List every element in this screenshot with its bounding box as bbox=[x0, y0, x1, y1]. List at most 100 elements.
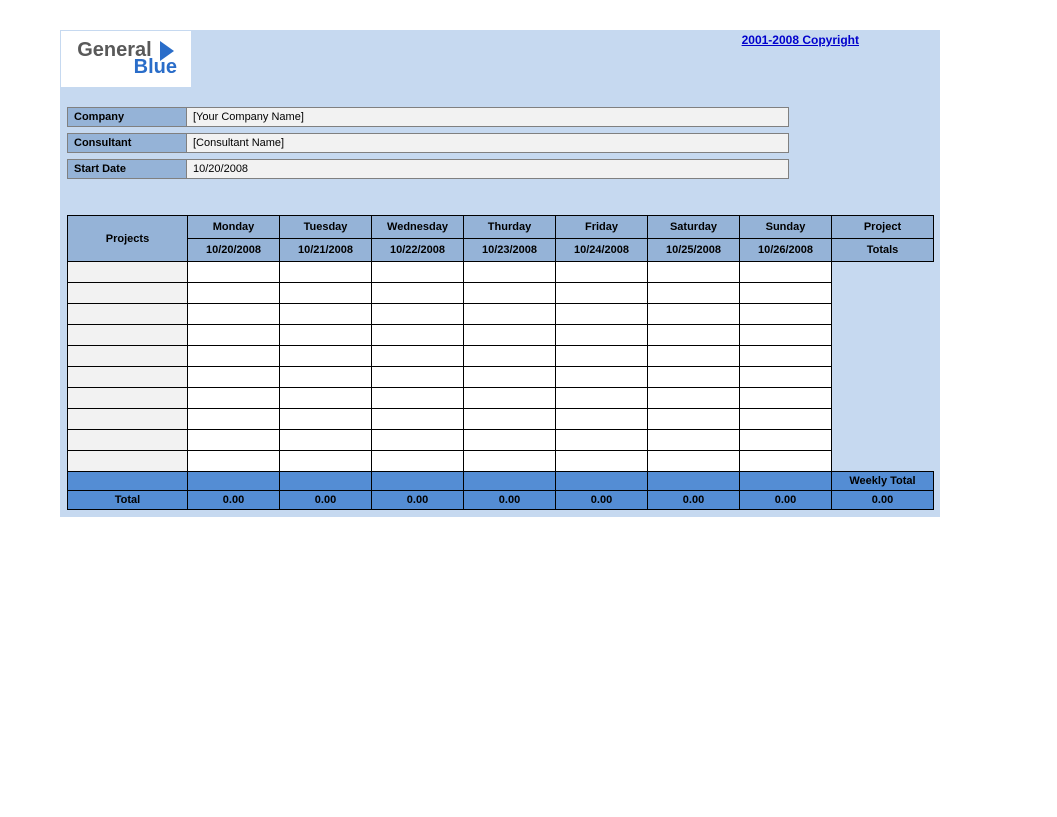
company-value[interactable]: [Your Company Name] bbox=[187, 107, 789, 127]
data-cell[interactable] bbox=[372, 262, 464, 283]
data-cell[interactable] bbox=[648, 262, 740, 283]
data-cell[interactable] bbox=[556, 388, 648, 409]
data-cell[interactable] bbox=[188, 346, 280, 367]
data-cell[interactable] bbox=[280, 262, 372, 283]
logo-triangle-icon bbox=[160, 41, 174, 61]
data-cell[interactable] bbox=[464, 283, 556, 304]
data-cell[interactable] bbox=[464, 325, 556, 346]
day-header-tue-name: Tuesday bbox=[280, 216, 372, 239]
data-cell[interactable] bbox=[556, 262, 648, 283]
data-cell[interactable] bbox=[740, 304, 832, 325]
consultant-label: Consultant bbox=[67, 133, 187, 153]
day-total-thu: 0.00 bbox=[464, 491, 556, 510]
day-header-thu-name: Thurday bbox=[464, 216, 556, 239]
data-cell[interactable] bbox=[464, 388, 556, 409]
data-cell[interactable] bbox=[372, 346, 464, 367]
table-foot: Weekly Total Total 0.00 0.00 0.00 0.00 0… bbox=[68, 472, 934, 510]
data-cell[interactable] bbox=[648, 325, 740, 346]
data-cell[interactable] bbox=[188, 388, 280, 409]
data-cell[interactable] bbox=[556, 283, 648, 304]
data-cell[interactable] bbox=[556, 430, 648, 451]
data-cell[interactable] bbox=[188, 451, 280, 472]
data-cell[interactable] bbox=[648, 304, 740, 325]
consultant-value[interactable]: [Consultant Name] bbox=[187, 133, 789, 153]
logo-line1: General bbox=[77, 40, 174, 61]
data-cell[interactable] bbox=[648, 283, 740, 304]
data-cell[interactable] bbox=[740, 451, 832, 472]
copyright-link[interactable]: 2001-2008 Copyright bbox=[742, 33, 859, 47]
data-cell[interactable] bbox=[464, 304, 556, 325]
project-cell[interactable] bbox=[68, 283, 188, 304]
data-cell[interactable] bbox=[188, 262, 280, 283]
data-cell[interactable] bbox=[464, 451, 556, 472]
data-cell[interactable] bbox=[740, 430, 832, 451]
data-cell[interactable] bbox=[464, 367, 556, 388]
data-cell[interactable] bbox=[740, 409, 832, 430]
data-cell[interactable] bbox=[648, 367, 740, 388]
data-cell[interactable] bbox=[648, 388, 740, 409]
data-cell[interactable] bbox=[372, 367, 464, 388]
data-cell[interactable] bbox=[280, 283, 372, 304]
data-cell[interactable] bbox=[188, 430, 280, 451]
table-row bbox=[68, 325, 934, 346]
data-cell[interactable] bbox=[648, 430, 740, 451]
data-cell[interactable] bbox=[740, 325, 832, 346]
consultant-row: Consultant [Consultant Name] bbox=[61, 133, 939, 153]
data-cell[interactable] bbox=[188, 283, 280, 304]
data-cell[interactable] bbox=[280, 451, 372, 472]
day-header-sun-date: 10/26/2008 bbox=[740, 239, 832, 262]
data-cell[interactable] bbox=[556, 304, 648, 325]
data-cell[interactable] bbox=[280, 325, 372, 346]
data-cell[interactable] bbox=[556, 346, 648, 367]
day-total-tue: 0.00 bbox=[280, 491, 372, 510]
data-cell[interactable] bbox=[280, 388, 372, 409]
project-cell[interactable] bbox=[68, 304, 188, 325]
data-cell[interactable] bbox=[188, 304, 280, 325]
day-header-fri-date: 10/24/2008 bbox=[556, 239, 648, 262]
project-cell[interactable] bbox=[68, 325, 188, 346]
data-cell[interactable] bbox=[280, 430, 372, 451]
project-cell[interactable] bbox=[68, 451, 188, 472]
data-cell[interactable] bbox=[648, 409, 740, 430]
project-cell[interactable] bbox=[68, 367, 188, 388]
data-cell[interactable] bbox=[280, 367, 372, 388]
data-cell[interactable] bbox=[372, 325, 464, 346]
data-cell[interactable] bbox=[464, 430, 556, 451]
project-cell[interactable] bbox=[68, 388, 188, 409]
data-cell[interactable] bbox=[464, 346, 556, 367]
data-cell[interactable] bbox=[372, 304, 464, 325]
footer-blank-4 bbox=[464, 472, 556, 491]
data-cell[interactable] bbox=[464, 262, 556, 283]
data-cell[interactable] bbox=[556, 451, 648, 472]
projects-header: Projects bbox=[68, 216, 188, 262]
data-cell[interactable] bbox=[648, 346, 740, 367]
data-cell[interactable] bbox=[280, 304, 372, 325]
data-cell[interactable] bbox=[372, 283, 464, 304]
data-cell[interactable] bbox=[188, 325, 280, 346]
data-cell[interactable] bbox=[740, 262, 832, 283]
project-cell[interactable] bbox=[68, 409, 188, 430]
data-cell[interactable] bbox=[280, 409, 372, 430]
data-cell[interactable] bbox=[556, 409, 648, 430]
data-cell[interactable] bbox=[188, 409, 280, 430]
data-cell[interactable] bbox=[740, 388, 832, 409]
data-cell[interactable] bbox=[740, 367, 832, 388]
data-cell[interactable] bbox=[740, 283, 832, 304]
data-cell[interactable] bbox=[372, 409, 464, 430]
start-date-row: Start Date 10/20/2008 bbox=[61, 159, 939, 179]
data-cell[interactable] bbox=[740, 346, 832, 367]
project-cell[interactable] bbox=[68, 346, 188, 367]
data-cell[interactable] bbox=[280, 346, 372, 367]
data-cell[interactable] bbox=[464, 409, 556, 430]
project-cell[interactable] bbox=[68, 262, 188, 283]
data-cell[interactable] bbox=[188, 367, 280, 388]
data-cell[interactable] bbox=[372, 388, 464, 409]
data-cell[interactable] bbox=[372, 451, 464, 472]
logo: General Blue bbox=[61, 31, 191, 87]
data-cell[interactable] bbox=[372, 430, 464, 451]
data-cell[interactable] bbox=[648, 451, 740, 472]
data-cell[interactable] bbox=[556, 325, 648, 346]
data-cell[interactable] bbox=[556, 367, 648, 388]
project-cell[interactable] bbox=[68, 430, 188, 451]
start-date-value[interactable]: 10/20/2008 bbox=[187, 159, 789, 179]
